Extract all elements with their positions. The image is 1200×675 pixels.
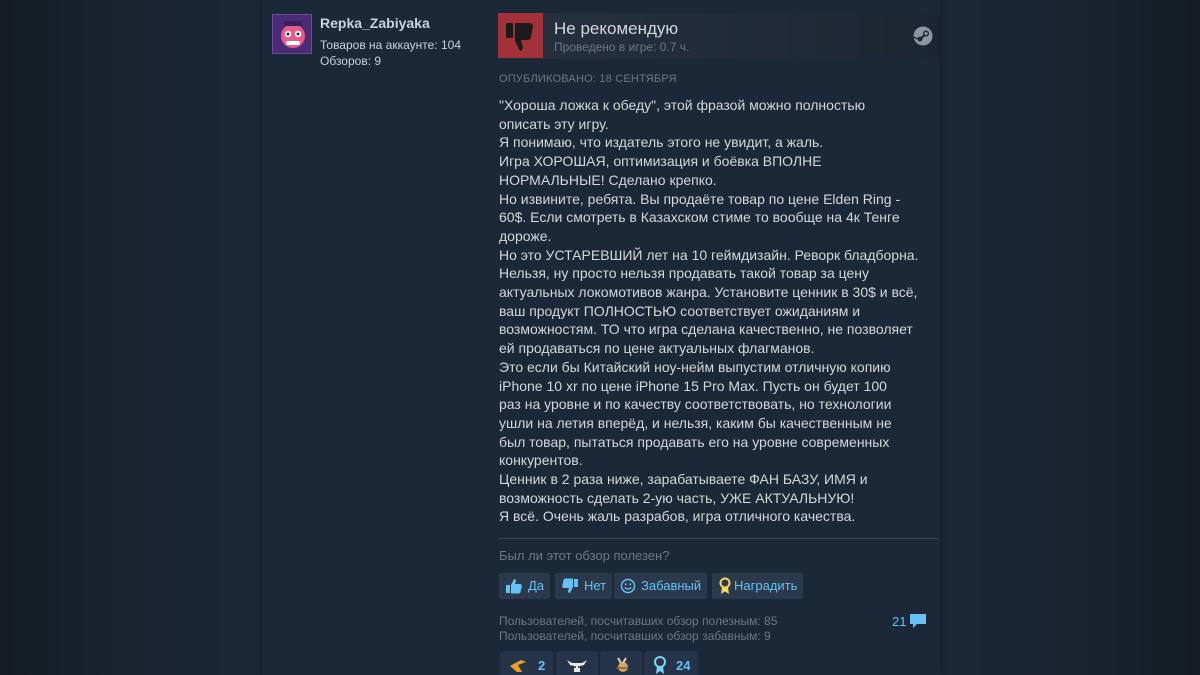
award-medal[interactable]: 24: [644, 651, 699, 675]
review-line: "Хороша ложка к обеду", этой фразой можн…: [499, 97, 866, 113]
vote-yes-label: Да: [528, 578, 545, 593]
award-deer[interactable]: [600, 651, 642, 675]
review-line: возможность сделать 2-ую часть, УЖЕ АКТУ…: [499, 489, 855, 506]
review-verdict[interactable]: Не рекомендую: [554, 19, 678, 39]
award-count: 2: [538, 657, 546, 673]
funny-count: Пользователей, посчитавших обзор забавны…: [499, 629, 771, 643]
deer-icon: [616, 657, 628, 672]
medal-icon: [654, 656, 666, 674]
review-line: 60$. Если смотреть в Казахском стиме то …: [499, 209, 900, 226]
hours-played: Проведено в игре: 0.7 ч.: [554, 40, 690, 54]
review-line: актуальных локомотивов жанра. Установите…: [499, 284, 918, 301]
review-line: Я понимаю, что издатель этого не увидит,…: [499, 134, 824, 151]
thumbs-down-box: [498, 13, 543, 58]
cow-icon: [567, 660, 587, 672]
award-count: 24: [676, 657, 691, 673]
review-line: Я всё. Очень жаль разрабов, игра отлично…: [499, 508, 856, 525]
review-line: Но извините, ребята. Вы продаёте товар п…: [499, 190, 901, 207]
posted-date: ОПУБЛИКОВАНО: 18 СЕНТЯБРЯ: [499, 73, 677, 85]
review-line: Это если бы Китайский ноу-нейм выпустим …: [499, 358, 891, 375]
review-line: Нельзя, ну просто нельзя продавать такой…: [499, 265, 870, 282]
comment-bubble-icon: [910, 614, 927, 628]
thumbs-down-icon: [562, 578, 578, 593]
vote-no-button[interactable]: Нет: [555, 573, 613, 599]
review-line: Ценник в 2 раза ниже, зарабатываете ФАН …: [499, 471, 868, 488]
review-line: Игра ХОРОШАЯ, оптимизация и боёвка ВПОЛН…: [499, 153, 822, 170]
vote-no-label: Нет: [584, 578, 607, 593]
review-line: ваш продукт ПОЛНОСТЬЮ соответствует ожид…: [499, 302, 861, 319]
vote-yes-button[interactable]: Да: [499, 573, 551, 599]
review-line: ушли на летия вперёд, и нельзя, каким бы…: [499, 414, 892, 431]
vote-funny-label: Забавный: [641, 578, 702, 593]
review-line: конкурентов.: [499, 452, 583, 469]
review-body: "Хороша ложка к обеду", этой фразой можн…: [499, 96, 935, 526]
award-boomerang[interactable]: 2: [500, 651, 554, 675]
comment-count: 21: [892, 613, 907, 629]
review-line: Но это УСТАРЕВШИЙ лет на 10 геймдизайн. …: [499, 246, 919, 263]
award-cow[interactable]: [556, 651, 598, 675]
review-line: дороже.: [499, 227, 552, 244]
smiley-icon: [620, 578, 636, 594]
author-reviews[interactable]: Обзоров: 9: [320, 54, 381, 68]
divider: [499, 538, 939, 539]
steam-icon: [913, 26, 933, 46]
review-line: был товар, пытаться продавать его на уро…: [499, 433, 890, 450]
thumbs-down-icon: [506, 23, 533, 51]
author-name[interactable]: Repka_Zabiyaka: [320, 15, 430, 31]
comments-link[interactable]: 21: [892, 613, 927, 629]
boomerang-icon: [510, 660, 526, 672]
review-line: iPhone 10 xr по цене iPhone 15 Pro Max. …: [499, 377, 887, 394]
review-line: описать эту игру.: [499, 115, 609, 132]
review-line: возможностям. ТО что игра сделана качест…: [499, 321, 913, 338]
vote-funny-button[interactable]: Забавный: [614, 573, 708, 599]
review-line: НОРМАЛЬНЫЕ! Сделано крепко.: [499, 171, 717, 188]
helpful-count: Пользователей, посчитавших обзор полезны…: [499, 614, 778, 628]
award-label: Наградить: [734, 578, 798, 593]
award-button[interactable]: Наградить: [712, 573, 804, 599]
helpful-question: Был ли этот обзор полезен?: [499, 548, 670, 563]
review-line: раз на уровне и по качеству соответствов…: [499, 396, 892, 413]
award-ribbon-icon: [719, 577, 731, 594]
author-products[interactable]: Товаров на аккаунте: 104: [320, 38, 461, 52]
avatar[interactable]: [272, 14, 312, 54]
thumbs-up-icon: [506, 579, 522, 594]
review-line: ей продаваться по цене актуальных флагма…: [499, 340, 815, 357]
